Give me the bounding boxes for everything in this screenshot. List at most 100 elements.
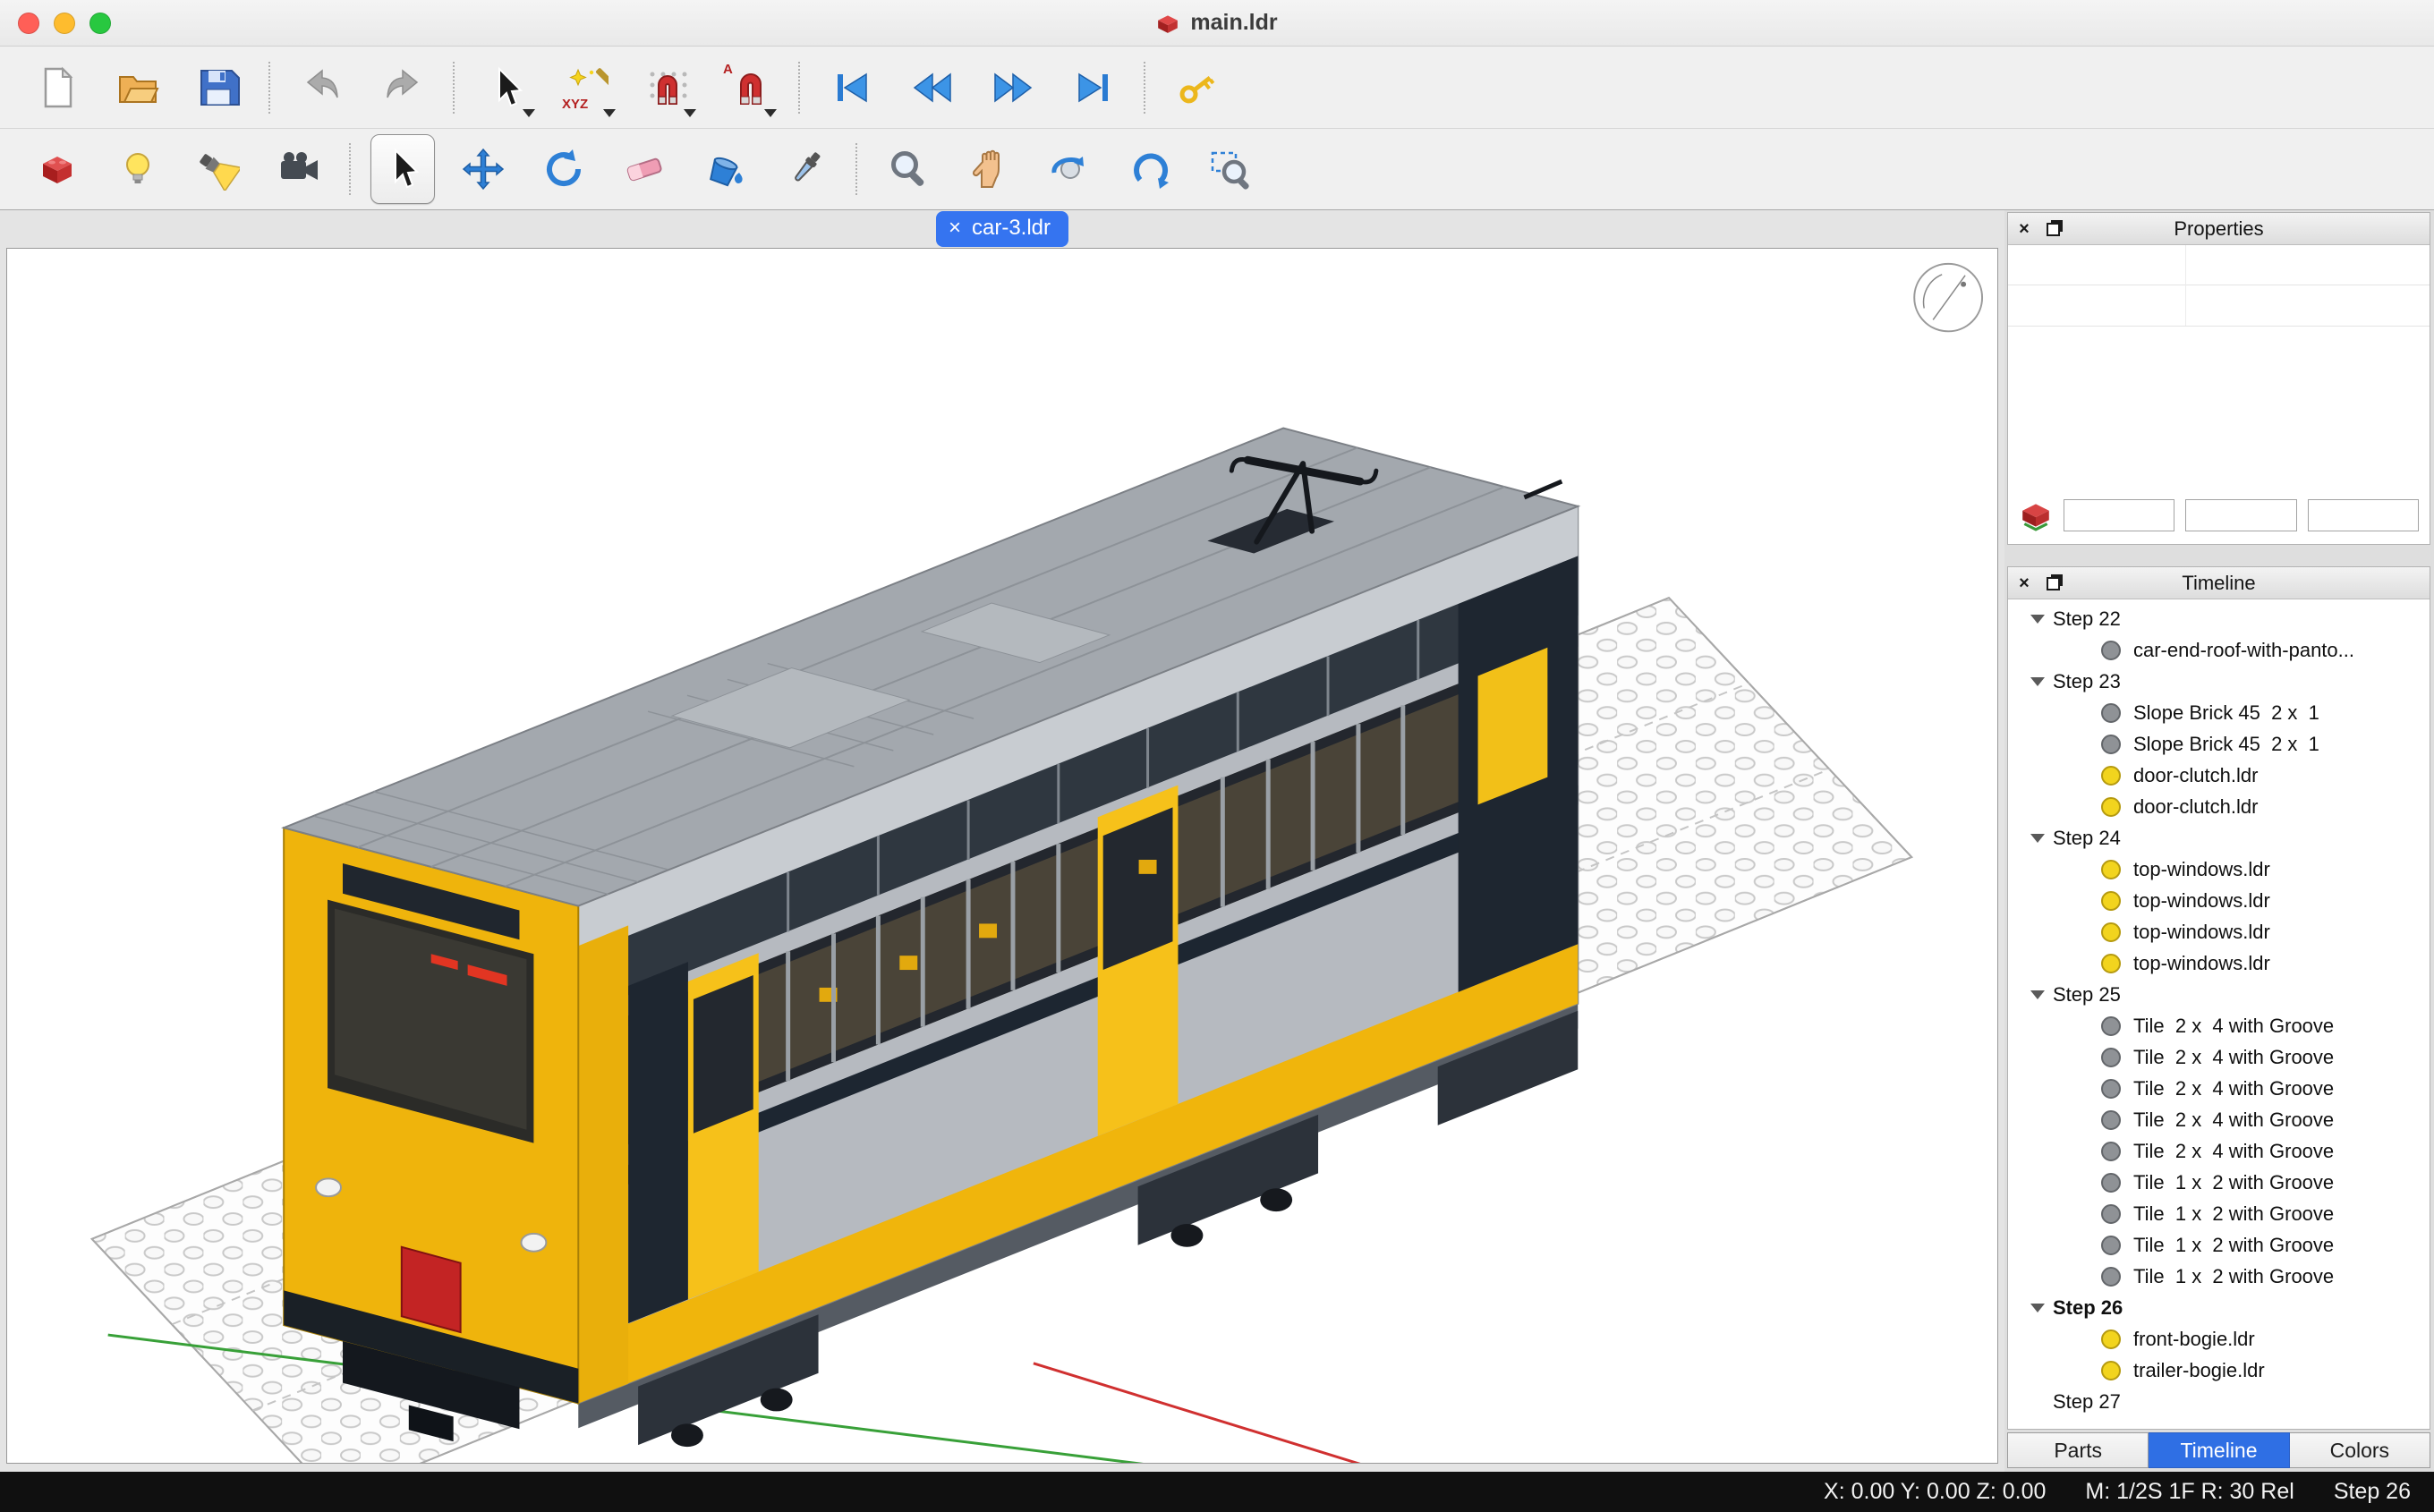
timeline-part-item[interactable]: top-windows.ldr	[2008, 916, 2430, 947]
last-step-button[interactable]	[1068, 53, 1119, 123]
redo-button[interactable]	[378, 53, 428, 123]
select-mode-button[interactable]	[481, 53, 532, 123]
timeline-part-item[interactable]: Tile 2 x 4 with Groove	[2008, 1010, 2430, 1041]
timeline-part-item[interactable]: door-clutch.ldr	[2008, 791, 2430, 822]
chevron-down-icon[interactable]	[2022, 615, 2053, 624]
close-tab-icon[interactable]: ×	[949, 217, 961, 239]
skip-to-start-icon	[830, 66, 873, 109]
float-panel-icon	[2047, 577, 2060, 590]
timeline-step[interactable]: Step 27	[2008, 1386, 2430, 1417]
chevron-down-icon[interactable]	[2022, 990, 2053, 999]
pan-tool-button[interactable]	[965, 134, 1015, 204]
timeline-part-item[interactable]: Tile 1 x 2 with Groove	[2008, 1229, 2430, 1261]
delete-tool-button[interactable]	[619, 134, 669, 204]
insert-piece-button[interactable]	[32, 134, 82, 204]
status-coordinates: X: 0.00 Y: 0.00 Z: 0.00	[1824, 1479, 2046, 1505]
snap-xyz-button[interactable]: XYZ	[562, 53, 612, 123]
roll-tool-button[interactable]	[1126, 134, 1176, 204]
timeline-part-item[interactable]: Tile 1 x 2 with Groove	[2008, 1198, 2430, 1229]
part-color-icon	[2101, 1110, 2121, 1130]
timeline-step[interactable]: Step 22	[2008, 603, 2430, 634]
snap-angle-button[interactable]: A	[723, 53, 773, 123]
timeline-step-label: Step 25	[2053, 983, 2121, 1007]
part-label: trailer-bogie.ldr	[2133, 1359, 2265, 1382]
minimize-window-button[interactable]	[54, 13, 75, 34]
chevron-down-icon	[684, 109, 696, 117]
paint-tool-button[interactable]	[700, 134, 750, 204]
previous-step-button[interactable]	[907, 53, 957, 123]
timeline-part-item[interactable]: Slope Brick 45 2 x 1	[2008, 728, 2430, 760]
timeline-step[interactable]: Step 25	[2008, 979, 2430, 1010]
part-label: top-windows.ldr	[2133, 889, 2270, 913]
part-label: Tile 2 x 4 with Groove	[2133, 1109, 2334, 1132]
close-window-button[interactable]	[18, 13, 39, 34]
timeline-part-item[interactable]: Tile 2 x 4 with Groove	[2008, 1104, 2430, 1135]
timeline-part-item[interactable]: Tile 2 x 4 with Groove	[2008, 1073, 2430, 1104]
timeline-part-item[interactable]: Tile 1 x 2 with Groove	[2008, 1167, 2430, 1198]
magnet-icon	[727, 66, 770, 109]
panel-tab-parts[interactable]: Parts	[2007, 1432, 2149, 1468]
cursor-arrow-icon	[381, 148, 424, 191]
timeline-part-item[interactable]: top-windows.ldr	[2008, 854, 2430, 885]
insert-camera-button[interactable]	[274, 134, 324, 204]
timeline-title: Timeline	[2182, 572, 2255, 595]
timeline-part-item[interactable]: top-windows.ldr	[2008, 885, 2430, 916]
timeline-part-item[interactable]: door-clutch.ldr	[2008, 760, 2430, 791]
zoom-region-tool-button[interactable]	[1206, 134, 1256, 204]
undo-button[interactable]	[297, 53, 347, 123]
property-field-1[interactable]	[2064, 499, 2174, 531]
float-panel-button[interactable]	[2042, 218, 2064, 240]
move-tool-button[interactable]	[458, 134, 508, 204]
zoom-tool-button[interactable]	[884, 134, 934, 204]
property-field-2[interactable]	[2185, 499, 2296, 531]
paint-bucket-icon	[703, 148, 746, 191]
timeline-part-item[interactable]: Tile 2 x 4 with Groove	[2008, 1135, 2430, 1167]
open-file-button[interactable]	[113, 53, 163, 123]
timeline-part-item[interactable]: trailer-bogie.ldr	[2008, 1355, 2430, 1386]
viewport-canvas[interactable]	[6, 248, 1998, 1464]
rotate-tool-button[interactable]	[539, 134, 589, 204]
save-icon	[197, 66, 240, 109]
timeline-part-item[interactable]: Tile 1 x 2 with Groove	[2008, 1261, 2430, 1292]
status-current-step: Step 26	[2334, 1479, 2411, 1505]
close-panel-button[interactable]: ×	[2013, 573, 2035, 594]
key-button[interactable]	[1172, 53, 1222, 123]
color-picker-tool-button[interactable]	[780, 134, 830, 204]
snap-move-button[interactable]	[643, 53, 693, 123]
timeline-step[interactable]: Step 26	[2008, 1292, 2430, 1323]
chevron-down-icon[interactable]	[2022, 834, 2053, 843]
float-panel-button[interactable]	[2042, 573, 2064, 594]
insert-light-button[interactable]	[113, 134, 163, 204]
zoom-window-button[interactable]	[89, 13, 111, 34]
next-step-button[interactable]	[988, 53, 1038, 123]
insert-spotlight-button[interactable]	[193, 134, 243, 204]
part-color-icon	[2101, 641, 2121, 660]
select-tool-button[interactable]	[370, 134, 435, 204]
document-tab[interactable]: × car-3.ldr	[936, 211, 1068, 247]
rotate-view-tool-button[interactable]	[1045, 134, 1095, 204]
close-panel-button[interactable]: ×	[2013, 218, 2035, 240]
float-panel-icon	[2047, 223, 2060, 236]
panel-tab-timeline[interactable]: Timeline	[2149, 1432, 2289, 1468]
timeline-part-item[interactable]: front-bogie.ldr	[2008, 1323, 2430, 1355]
chevron-down-icon[interactable]	[2022, 1304, 2053, 1312]
timeline-step[interactable]: Step 23	[2008, 666, 2430, 697]
panel-tab-colors[interactable]: Colors	[2290, 1432, 2430, 1468]
property-field-3[interactable]	[2308, 499, 2419, 531]
save-file-button[interactable]	[193, 53, 243, 123]
chevron-down-icon[interactable]	[2022, 677, 2053, 686]
new-file-button[interactable]	[32, 53, 82, 123]
document-tabbar: × car-3.ldr	[0, 210, 2004, 248]
part-label: Tile 1 x 2 with Groove	[2133, 1202, 2334, 1226]
lego-tram-model[interactable]	[284, 429, 1578, 1448]
timeline-part-item[interactable]: top-windows.ldr	[2008, 947, 2430, 979]
skip-to-end-icon	[1072, 66, 1115, 109]
timeline-part-item[interactable]: Slope Brick 45 2 x 1	[2008, 697, 2430, 728]
traffic-lights	[18, 13, 111, 34]
timeline-step[interactable]: Step 24	[2008, 822, 2430, 854]
first-step-button[interactable]	[827, 53, 877, 123]
timeline-part-item[interactable]: car-end-roof-with-panto...	[2008, 634, 2430, 666]
view-compass[interactable]	[1914, 264, 1982, 331]
timeline-part-item[interactable]: Tile 2 x 4 with Groove	[2008, 1041, 2430, 1073]
toolbar-separator	[855, 143, 857, 195]
